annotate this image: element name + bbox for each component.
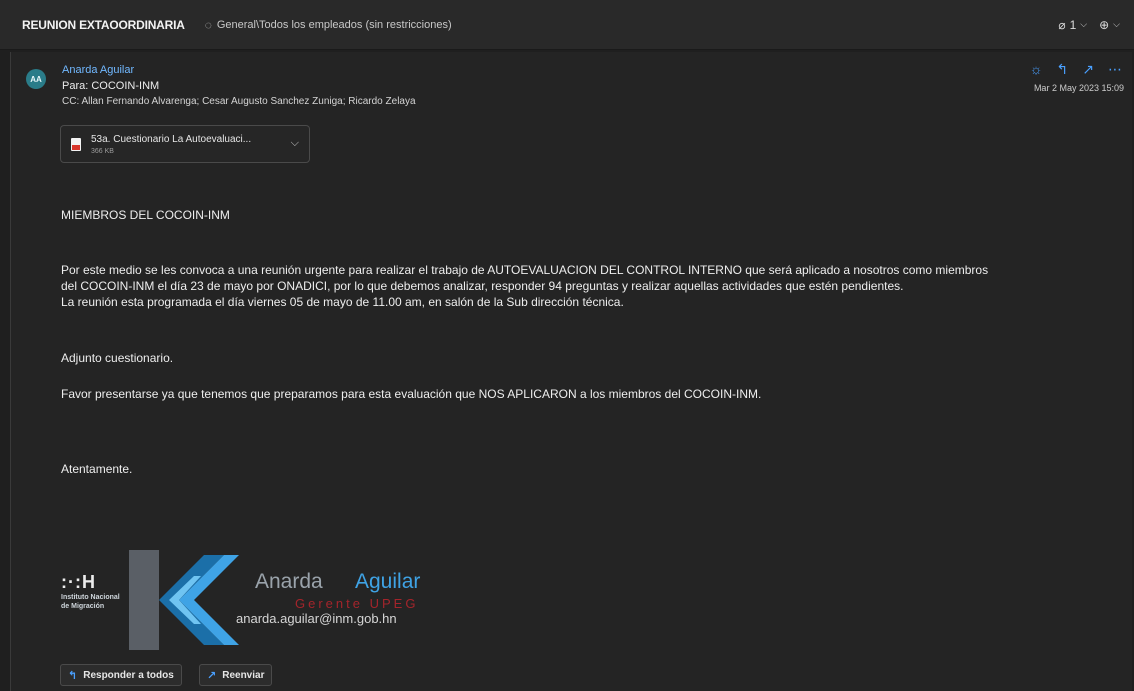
body-line-1: Por este medio se les convoca a una reun… (61, 263, 989, 277)
signature-role: Gerente UPEG (295, 596, 419, 611)
attachment-name: 53a. Cuestionario La Autoevaluaci... (91, 134, 252, 145)
message-header-bar: REUNION EXTAOORDINARIA ◌ General\Todos l… (0, 0, 1134, 50)
logo-k-chevrons (159, 555, 239, 645)
chevron-down-icon: ⌵ (1080, 19, 1088, 29)
reply-all-icon: ↰ (68, 669, 78, 682)
avatar[interactable]: AA (26, 69, 46, 89)
forward-label: Reenviar (222, 669, 265, 681)
forward-icon[interactable]: ↗ (1082, 61, 1094, 78)
sender-name[interactable]: Anarda Aguilar (62, 64, 134, 76)
signature-first-name: Anarda (255, 570, 323, 593)
institute-name-line2: de Migración (61, 603, 105, 610)
signature-email[interactable]: anarda.aguilar@inm.gob.hn (236, 611, 397, 626)
signature-last-name: Aguilar (355, 570, 421, 593)
cc-line: CC: Allan Fernando Alvarenga; Cesar Augu… (62, 96, 416, 107)
greeting: MIEMBROS DEL COCOIN-INM (61, 208, 230, 222)
more-options-icon[interactable]: ⋯ (1108, 61, 1122, 78)
forward-button[interactable]: ↗ Reenviar (199, 664, 273, 686)
chevron-down-icon[interactable]: ⌵ (291, 137, 299, 150)
pdf-file-icon (71, 138, 81, 151)
attachment-note: Adjunto cuestionario. (61, 351, 174, 365)
paperclip-icon: ⌀ (1058, 17, 1066, 32)
email-signature: :·:H Instituto Nacional de Migración Ana… (61, 546, 421, 656)
email-card: AA Anarda Aguilar Para: COCOIN-INM CC: A… (10, 52, 1132, 691)
attachments-dropdown[interactable]: ⌀ 1 ⌵ (1058, 18, 1087, 32)
request-line: Favor presentarse ya que tenemos que pre… (61, 387, 762, 401)
closing: Atentamente. (61, 462, 133, 476)
sensitivity-label[interactable]: General\Todos los empleados (sin restric… (217, 19, 452, 31)
attachment-count: 1 (1069, 17, 1077, 32)
email-subject: REUNION EXTAOORDINARIA (22, 17, 185, 32)
sun-icon[interactable]: ☼ (1030, 61, 1043, 78)
chevron-down-icon: ⌵ (1113, 19, 1120, 29)
body-line-2: del COCOIN-INM el día 23 de mayo por ONA… (61, 279, 904, 293)
tag-icon: ◌ (204, 17, 212, 32)
message-actions: ☼ ↰ ↗ ⋯ (1030, 61, 1122, 78)
zoom-icon: ⊕ (1099, 17, 1110, 32)
body-line-3: La reunión esta programada el día vierne… (61, 295, 624, 309)
reply-all-label: Responder a todos (83, 669, 174, 681)
institute-logo: :·:H (61, 572, 96, 592)
attachment-size: 366 KB (91, 148, 114, 155)
attachment-card[interactable]: 53a. Cuestionario La Autoevaluaci... 366… (60, 125, 310, 163)
zoom-dropdown[interactable]: ⊕ ⌵ (1099, 18, 1120, 32)
institute-name-line1: Instituto Nacional (61, 594, 120, 601)
reply-icon[interactable]: ↰ (1057, 61, 1069, 78)
sent-date: Mar 2 May 2023 15:09 (1033, 83, 1124, 93)
forward-icon: ↗ (207, 669, 217, 682)
reply-all-button[interactable]: ↰ Responder a todos (60, 664, 182, 686)
to-line: Para: COCOIN-INM (62, 80, 160, 92)
header-tools: ⌀ 1 ⌵ ⊕ ⌵ (1058, 18, 1120, 32)
